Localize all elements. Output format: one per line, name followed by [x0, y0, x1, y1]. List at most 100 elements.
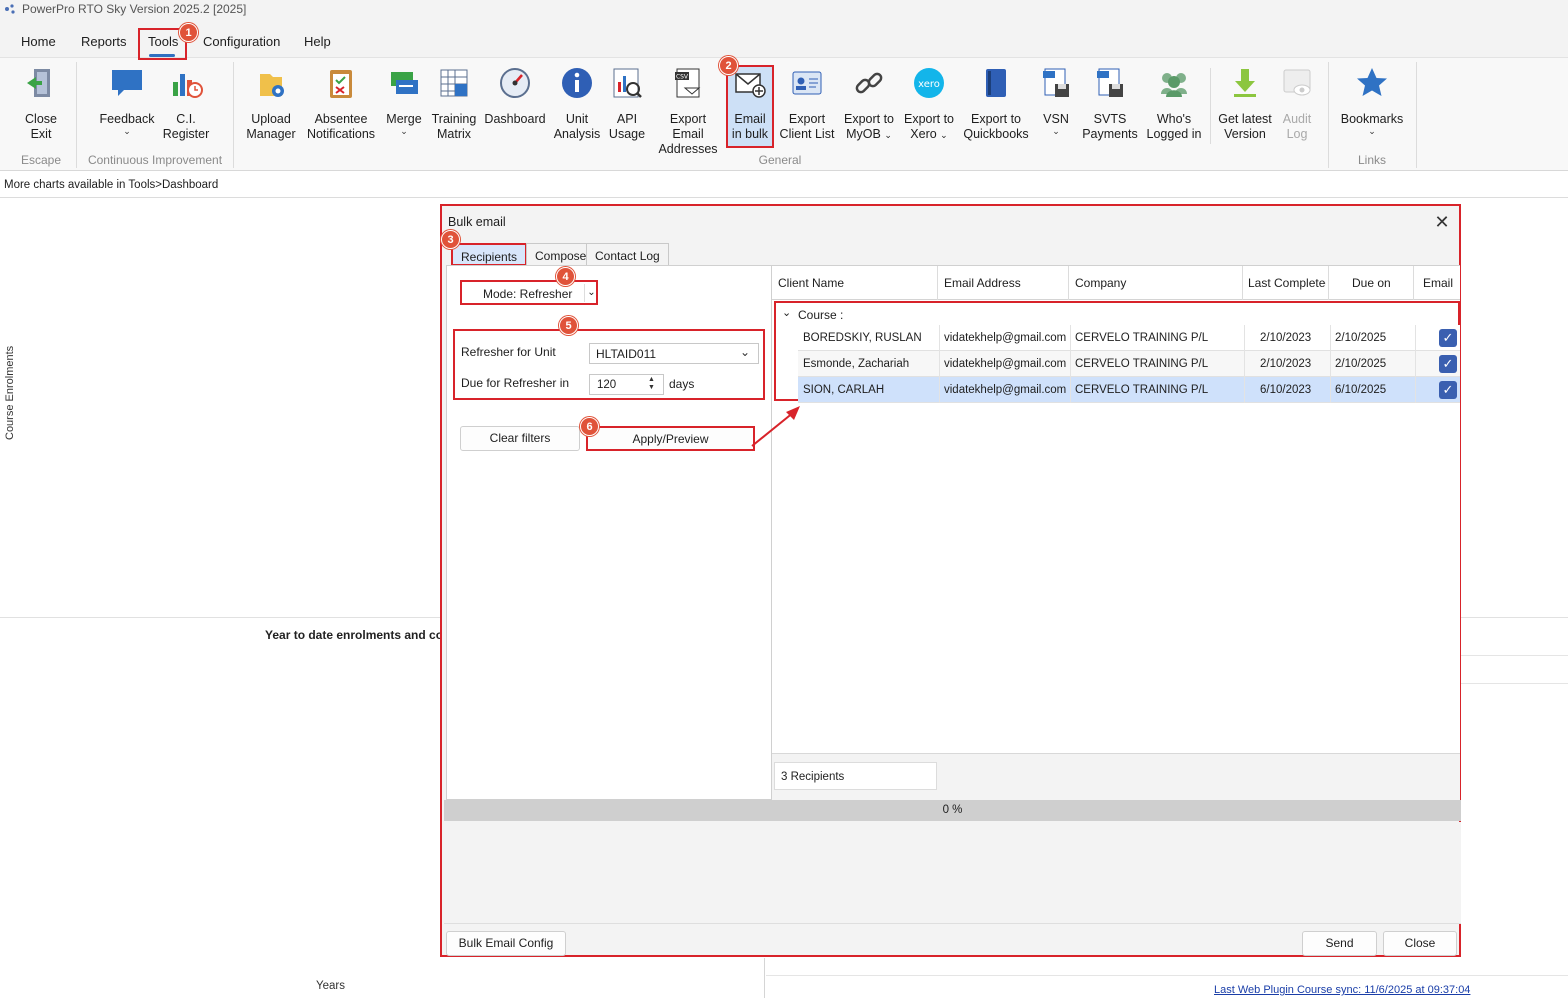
export-xero-label-1: Export to: [903, 112, 955, 126]
chevron-down-icon: ⌄: [940, 130, 948, 140]
column-client-name[interactable]: Client Name: [778, 276, 844, 290]
api-usage-button[interactable]: API Usage: [606, 66, 648, 142]
whos-logged-in-button[interactable]: Who's Logged in: [1144, 66, 1204, 142]
sync-status-link[interactable]: Last Web Plugin Course sync: 11/6/2025 a…: [1214, 984, 1470, 996]
menu-home[interactable]: Home: [21, 34, 56, 49]
apply-preview-button[interactable]: Apply/Preview: [586, 426, 755, 451]
bulk-email-config-button[interactable]: Bulk Email Config: [446, 931, 566, 956]
close-exit-button[interactable]: Close Exit: [14, 66, 68, 142]
cell-email: vidatekhelp@gmail.com: [944, 384, 1067, 396]
column-email-address[interactable]: Email Address: [944, 276, 1021, 290]
api-label-1: API: [616, 112, 638, 126]
tab-compose[interactable]: Compose: [526, 243, 596, 266]
bookmarks-button[interactable]: Bookmarks ⌄: [1338, 66, 1406, 136]
table-row[interactable]: BOREDSKIY, RUSLAN vidatekhelp@gmail.com …: [798, 325, 1460, 351]
table-row[interactable]: Esmonde, Zachariah vidatekhelp@gmail.com…: [798, 351, 1460, 377]
mode-value: Mode: Refresher: [483, 287, 573, 301]
export-qb-label-1: Export to: [970, 112, 1022, 126]
cell-email: vidatekhelp@gmail.com: [944, 332, 1067, 344]
merge-button[interactable]: Merge ⌄: [384, 66, 424, 136]
upload-gear-icon: [254, 66, 288, 100]
due-days-value: 120: [597, 379, 617, 391]
email-checkbox[interactable]: ✓: [1439, 329, 1457, 347]
export-email-label-2: Addresses: [658, 142, 718, 156]
xero-logo-text: xero: [918, 79, 940, 90]
upload-manager-button[interactable]: Upload Manager: [244, 66, 298, 142]
divider: [764, 958, 765, 998]
info-text: More charts available in Tools>Dashboard: [4, 179, 219, 191]
close-button[interactable]: Close: [1383, 931, 1457, 956]
menu-configuration[interactable]: Configuration: [203, 34, 280, 49]
cell-email: vidatekhelp@gmail.com: [944, 358, 1067, 370]
export-to-xero-button[interactable]: xero Export to Xero ⌄: [902, 66, 956, 143]
menu-help[interactable]: Help: [304, 34, 331, 49]
ci-label-1: C.I.: [176, 112, 196, 126]
mode-dropdown[interactable]: Mode: Refresher ⌄: [460, 280, 598, 305]
tab-recipients[interactable]: Recipients: [451, 243, 528, 266]
export-to-myob-button[interactable]: Export to MyOB ⌄: [841, 66, 897, 143]
info-icon: [560, 66, 594, 100]
spin-arrows-icon[interactable]: ▲ ▼: [648, 376, 655, 392]
clear-filters-button[interactable]: Clear filters: [460, 426, 580, 451]
bar-chart-clock-icon: [169, 66, 203, 100]
column-company[interactable]: Company: [1075, 276, 1126, 290]
chart-x-axis-label: Years: [316, 980, 345, 992]
table-row[interactable]: SION, CARLAH vidatekhelp@gmail.com CERVE…: [798, 377, 1460, 403]
chart-y-axis-label: Course Enrolments: [4, 345, 16, 440]
bulk-email-dialog: Bulk email ✕ Recipients Compose Contact …: [440, 204, 1461, 957]
chevron-down-icon[interactable]: ⌄: [782, 306, 791, 319]
column-separator: [1328, 266, 1329, 300]
training-matrix-button[interactable]: Training Matrix: [430, 66, 478, 142]
contact-card-icon: [790, 66, 824, 100]
due-days-stepper[interactable]: 120 ▲ ▼: [589, 374, 664, 395]
cell-separator: [1330, 351, 1331, 377]
audit-label-1: Audit: [1282, 112, 1312, 126]
grid-header: Client Name Email Address Company Last C…: [772, 266, 1460, 300]
refresher-unit-value: HLTAID011: [596, 347, 657, 361]
svts-payments-button[interactable]: SVTS Payments: [1082, 66, 1138, 142]
close-exit-label-1: Close: [25, 112, 57, 126]
column-email[interactable]: Email: [1423, 276, 1453, 290]
csv-badge-text: CSV: [676, 74, 689, 81]
absentee-notifications-button[interactable]: Absentee Notifications: [305, 66, 377, 142]
ci-register-button[interactable]: C.I. Register: [160, 66, 212, 142]
vsn-button[interactable]: VSN ⌄: [1036, 66, 1076, 136]
callout-badge: 2: [719, 56, 738, 75]
export-email-label-1: Export Email: [669, 112, 707, 141]
close-icon[interactable]: ✕: [1432, 212, 1452, 232]
export-to-quickbooks-button[interactable]: Export to Quickbooks: [962, 66, 1030, 142]
divider: [0, 197, 1568, 198]
chart-title: Year to date enrolments and co: [265, 628, 444, 642]
cell-separator: [1244, 325, 1245, 351]
api-label-2: Usage: [608, 127, 646, 141]
callout-badge: 6: [580, 417, 599, 436]
export-email-addresses-button[interactable]: CSV Export Email Addresses: [653, 66, 723, 157]
latest-label-1: Get latest: [1218, 112, 1272, 126]
column-last-completed[interactable]: Last Completed: [1248, 276, 1326, 290]
chevron-down-icon: ⌄: [884, 130, 892, 140]
column-due-on[interactable]: Due on: [1352, 276, 1391, 290]
email-checkbox[interactable]: ✓: [1439, 355, 1457, 373]
callout-badge: 4: [556, 267, 575, 286]
send-button[interactable]: Send: [1302, 931, 1377, 956]
merge-label: Merge: [386, 112, 422, 126]
unit-analysis-button[interactable]: Unit Analysis: [553, 66, 601, 142]
cell-separator: [1244, 351, 1245, 377]
chevron-down-icon: ⌄: [123, 126, 131, 136]
menu-reports[interactable]: Reports: [81, 34, 127, 49]
tab-contact-log[interactable]: Contact Log: [586, 243, 669, 266]
email-checkbox[interactable]: ✓: [1439, 381, 1457, 399]
clipboard-icon: [324, 66, 358, 100]
app-logo-icon: [5, 4, 15, 14]
bookmarks-label: Bookmarks: [1340, 112, 1404, 126]
dashboard-button[interactable]: Dashboard: [484, 66, 546, 127]
feedback-button[interactable]: Feedback ⌄: [98, 66, 156, 136]
export-client-list-button[interactable]: Export Client List: [779, 66, 835, 142]
get-latest-version-button[interactable]: Get latest Version: [1216, 66, 1274, 142]
title-bar: PowerPro RTO Sky Version 2025.2 [2025]: [0, 0, 1568, 18]
separator: [1210, 68, 1211, 144]
refresher-unit-dropdown[interactable]: HLTAID011 ⌄: [589, 343, 759, 364]
chevron-down-icon: ⌄: [1368, 126, 1376, 136]
progress-bar: 0 %: [444, 800, 1461, 821]
chevron-down-icon: ⌄: [400, 126, 408, 136]
